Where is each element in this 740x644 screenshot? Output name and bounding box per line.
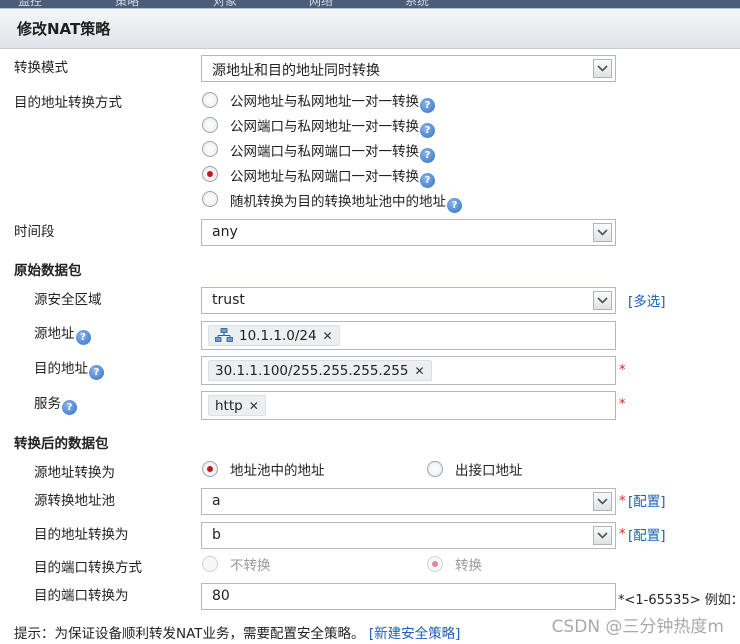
conversion-mode-label: 转换模式 bbox=[14, 60, 68, 76]
dest-address-field[interactable]: 30.1.1.100/255.255.255.255 ✕ bbox=[201, 356, 616, 385]
dest-port-mode-label: 目的端口转换方式 bbox=[34, 560, 142, 576]
dialog-title: 修改NAT策略 bbox=[0, 9, 740, 49]
dest-translate-select[interactable]: b bbox=[201, 522, 616, 549]
time-range-value: any bbox=[212, 224, 238, 240]
help-icon[interactable]: ? bbox=[420, 98, 435, 113]
conversion-mode-value: 源地址和目的地址同时转换 bbox=[212, 63, 380, 79]
time-range-select[interactable]: any bbox=[201, 219, 616, 246]
help-icon[interactable]: ? bbox=[420, 173, 435, 188]
chevron-down-icon[interactable] bbox=[593, 526, 612, 545]
chevron-down-icon[interactable] bbox=[593, 492, 612, 511]
source-pool-select[interactable]: a bbox=[201, 488, 616, 515]
source-address-tag-text: 10.1.1.0/24 bbox=[239, 327, 317, 344]
watermark: CSDN @三分钟热度m bbox=[551, 617, 724, 637]
nav-tab-object[interactable]: 对象 bbox=[213, 0, 237, 8]
dest-port-mode-option-none: 不转换 bbox=[230, 558, 271, 574]
configure-link[interactable]: [配置] bbox=[628, 524, 666, 544]
source-translate-option-pool: 地址池中的地址 bbox=[230, 463, 325, 479]
dest-conversion-radio-5[interactable] bbox=[202, 191, 218, 207]
service-label: 服务? bbox=[34, 392, 77, 415]
nav-tab-network[interactable]: 网络 bbox=[309, 0, 333, 8]
required-mark: * bbox=[619, 363, 626, 378]
help-icon[interactable]: ? bbox=[75, 330, 91, 345]
dest-translate-label: 目的地址转换为 bbox=[34, 527, 129, 543]
source-address-tag: 10.1.1.0/24 ✕ bbox=[208, 325, 340, 346]
time-range-label: 时间段 bbox=[14, 224, 55, 240]
dest-conversion-option-5: 随机转换为目的转换地址池中的地址? bbox=[230, 190, 462, 213]
remove-tag-icon[interactable]: ✕ bbox=[249, 399, 259, 413]
source-zone-label: 源安全区域 bbox=[34, 292, 102, 308]
source-translate-option-interface: 出接口地址 bbox=[455, 463, 523, 479]
chevron-down-icon[interactable] bbox=[593, 291, 612, 310]
dest-conversion-radio-4[interactable] bbox=[202, 166, 218, 182]
nat-policy-dialog: 修改NAT策略 转换模式 源地址和目的地址同时转换 目的地址转换方式 公网地址与… bbox=[0, 8, 740, 644]
help-icon[interactable]: ? bbox=[420, 123, 435, 138]
service-field[interactable]: http ✕ bbox=[201, 391, 616, 420]
network-icon bbox=[215, 328, 233, 342]
source-zone-select[interactable]: trust bbox=[201, 287, 616, 314]
configure-link[interactable]: [配置] bbox=[628, 490, 666, 510]
source-address-field[interactable]: 10.1.1.0/24 ✕ bbox=[201, 321, 616, 350]
source-pool-label: 源转换地址池 bbox=[34, 493, 115, 509]
dest-translate-value: b bbox=[212, 527, 221, 543]
dest-port-label: 目的端口转换为 bbox=[34, 588, 129, 604]
dest-conversion-radio-3[interactable] bbox=[202, 141, 218, 157]
dest-conversion-option-4: 公网地址与私网端口一对一转换? bbox=[230, 165, 435, 188]
translated-packet-section-title: 转换后的数据包 bbox=[14, 436, 109, 452]
conversion-mode-select[interactable]: 源地址和目的地址同时转换 bbox=[201, 55, 616, 82]
dest-port-range-hint: *<1-65535> 例如： bbox=[618, 593, 740, 608]
hint-text: 提示：为保证设备顺利转发NAT业务，需要配置安全策略。 bbox=[14, 626, 365, 642]
new-security-policy-link[interactable]: [新建安全策略] bbox=[369, 626, 461, 642]
source-zone-value: trust bbox=[212, 292, 245, 308]
help-icon[interactable]: ? bbox=[89, 365, 104, 380]
chevron-down-icon[interactable] bbox=[593, 223, 612, 242]
nav-tab-policy[interactable]: 策略 bbox=[115, 0, 139, 8]
service-tag-text: http bbox=[215, 397, 243, 414]
dest-port-mode-radio-none[interactable] bbox=[202, 556, 218, 572]
dest-port-mode-option-convert: 转换 bbox=[455, 558, 482, 574]
source-translate-label: 源地址转换为 bbox=[34, 465, 115, 481]
source-pool-value: a bbox=[212, 493, 221, 509]
dest-conversion-option-1: 公网地址与私网地址一对一转换? bbox=[230, 90, 435, 113]
dest-conversion-option-3: 公网端口与私网端口一对一转换? bbox=[230, 140, 435, 163]
source-translate-radio-interface[interactable] bbox=[427, 461, 443, 477]
required-mark: * bbox=[619, 494, 626, 509]
help-icon[interactable]: ? bbox=[447, 198, 462, 213]
dest-port-input[interactable]: 80 bbox=[201, 583, 616, 610]
nav-tab-monitor[interactable]: 监控 bbox=[18, 0, 42, 8]
source-translate-radio-pool[interactable] bbox=[202, 461, 218, 477]
dest-address-tag-text: 30.1.1.100/255.255.255.255 bbox=[215, 362, 409, 379]
top-nav-bar: 监控 策略 对象 网络 系统 bbox=[0, 0, 740, 8]
service-tag: http ✕ bbox=[208, 395, 266, 416]
dest-conversion-label: 目的地址转换方式 bbox=[14, 95, 122, 111]
source-address-label: 源地址? bbox=[34, 322, 91, 345]
multi-select-link[interactable]: [多选] bbox=[628, 290, 666, 310]
dest-address-tag: 30.1.1.100/255.255.255.255 ✕ bbox=[208, 360, 432, 381]
required-mark: * bbox=[619, 527, 626, 542]
help-icon[interactable]: ? bbox=[62, 400, 77, 415]
dest-conversion-option-2: 公网端口与私网地址一对一转换? bbox=[230, 115, 435, 138]
dest-address-label: 目的地址? bbox=[34, 357, 104, 380]
security-policy-hint: 提示：为保证设备顺利转发NAT业务，需要配置安全策略。 [新建安全策略] bbox=[14, 622, 460, 642]
chevron-down-icon[interactable] bbox=[593, 59, 612, 78]
dest-port-mode-radio-convert[interactable] bbox=[427, 556, 443, 572]
help-icon[interactable]: ? bbox=[420, 148, 435, 163]
dest-conversion-radio-2[interactable] bbox=[202, 117, 218, 133]
original-packet-section-title: 原始数据包 bbox=[14, 263, 82, 279]
remove-tag-icon[interactable]: ✕ bbox=[415, 364, 425, 378]
dest-conversion-radio-1[interactable] bbox=[202, 92, 218, 108]
nav-tab-system[interactable]: 系统 bbox=[405, 0, 429, 8]
dest-port-value: 80 bbox=[212, 588, 230, 604]
remove-tag-icon[interactable]: ✕ bbox=[323, 329, 333, 343]
required-mark: * bbox=[619, 397, 626, 412]
